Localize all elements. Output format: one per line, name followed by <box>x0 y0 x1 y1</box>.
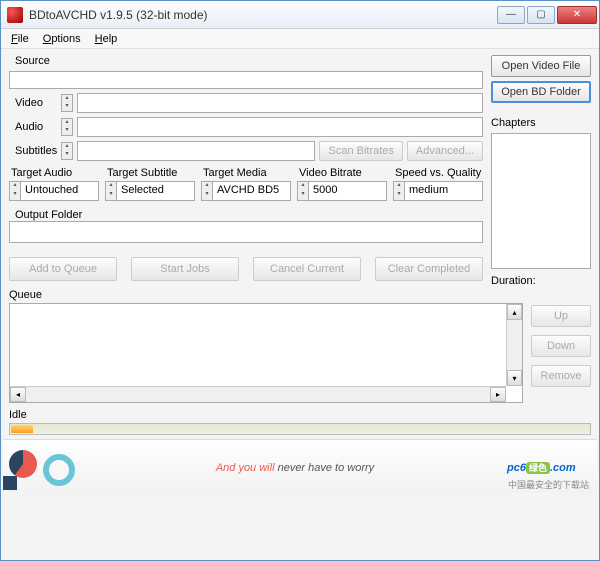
queue-hscrollbar[interactable]: ◂ ▸ <box>10 386 506 402</box>
target-media-stepper[interactable]: ▴▾ <box>201 181 213 201</box>
video-bitrate-value[interactable]: 5000 <box>309 181 387 201</box>
target-audio-stepper[interactable]: ▴▾ <box>9 181 21 201</box>
minimize-button[interactable]: — <box>497 6 525 24</box>
window-controls: — ▢ ✕ <box>495 6 597 24</box>
audio-label: Audio <box>9 121 57 133</box>
cancel-current-button[interactable]: Cancel Current <box>253 257 361 281</box>
chapters-label: Chapters <box>491 117 591 129</box>
start-jobs-button[interactable]: Start Jobs <box>131 257 239 281</box>
menu-file[interactable]: File <box>5 31 35 47</box>
app-icon <box>7 7 23 23</box>
subtitles-label: Subtitles <box>9 145 57 157</box>
queue-label: Queue <box>9 289 523 301</box>
menubar: File Options Help <box>1 29 599 49</box>
titlebar: BDtoAVCHD v1.9.5 (32-bit mode) — ▢ ✕ <box>1 1 599 29</box>
target-media-value[interactable]: AVCHD BD5 <box>213 181 291 201</box>
banner-text: And you will never have to worry <box>83 458 507 476</box>
duration-label: Duration: <box>491 275 591 287</box>
scroll-right-icon[interactable]: ▸ <box>490 387 506 402</box>
subtitles-input[interactable] <box>77 141 315 161</box>
speed-quality-label: Speed vs. Quality <box>393 167 483 179</box>
source-label: Source <box>9 55 483 67</box>
queue-vscrollbar[interactable]: ▴ ▾ <box>506 304 522 386</box>
client-area: Source Video ▴▾ Audio ▴▾ Subtitles ▴▾ Sc <box>1 49 599 560</box>
target-audio-value[interactable]: Untouched <box>21 181 99 201</box>
target-subtitle-value[interactable]: Selected <box>117 181 195 201</box>
scroll-up-icon[interactable]: ▴ <box>507 304 522 320</box>
queue-list[interactable]: ▴ ▾ ◂ ▸ <box>9 303 523 403</box>
target-subtitle-label: Target Subtitle <box>105 167 195 179</box>
open-bd-folder-button[interactable]: Open BD Folder <box>491 81 591 103</box>
chapters-list[interactable] <box>491 133 591 269</box>
audio-stepper[interactable]: ▴▾ <box>61 118 73 136</box>
scroll-down-icon[interactable]: ▾ <box>507 370 522 386</box>
video-stepper[interactable]: ▴▾ <box>61 94 73 112</box>
speed-quality-value[interactable]: medium <box>405 181 483 201</box>
video-bitrate-stepper[interactable]: ▴▾ <box>297 181 309 201</box>
banner-decoration <box>3 440 83 493</box>
status-label: Idle <box>9 409 591 421</box>
video-input[interactable] <box>77 93 483 113</box>
menu-help[interactable]: Help <box>89 31 124 47</box>
window-title: BDtoAVCHD v1.9.5 (32-bit mode) <box>29 8 495 22</box>
clear-completed-button[interactable]: Clear Completed <box>375 257 483 281</box>
banner-logo: pc6绿色.com <box>507 458 597 476</box>
remove-button[interactable]: Remove <box>531 365 591 387</box>
app-window: BDtoAVCHD v1.9.5 (32-bit mode) — ▢ ✕ Fil… <box>0 0 600 561</box>
target-audio-label: Target Audio <box>9 167 99 179</box>
output-folder-input[interactable] <box>9 221 483 243</box>
target-media-label: Target Media <box>201 167 291 179</box>
close-button[interactable]: ✕ <box>557 6 597 24</box>
ad-banner[interactable]: And you will never have to worry pc6绿色.c… <box>3 439 597 493</box>
subtitles-stepper[interactable]: ▴▾ <box>61 142 73 160</box>
video-label: Video <box>9 97 57 109</box>
scroll-left-icon[interactable]: ◂ <box>10 387 26 402</box>
video-bitrate-label: Video Bitrate <box>297 167 387 179</box>
open-video-file-button[interactable]: Open Video File <box>491 55 591 77</box>
add-to-queue-button[interactable]: Add to Queue <box>9 257 117 281</box>
progress-chunk <box>11 425 33 433</box>
audio-input[interactable] <box>77 117 483 137</box>
advanced-button[interactable]: Advanced... <box>407 141 483 161</box>
maximize-button[interactable]: ▢ <box>527 6 555 24</box>
down-button[interactable]: Down <box>531 335 591 357</box>
up-button[interactable]: Up <box>531 305 591 327</box>
banner-subtitle: 中国最安全的下载站 <box>508 478 589 491</box>
source-input[interactable] <box>9 71 483 89</box>
target-subtitle-stepper[interactable]: ▴▾ <box>105 181 117 201</box>
speed-quality-stepper[interactable]: ▴▾ <box>393 181 405 201</box>
menu-options[interactable]: Options <box>37 31 87 47</box>
scan-bitrates-button[interactable]: Scan Bitrates <box>319 141 402 161</box>
output-folder-label: Output Folder <box>9 209 483 221</box>
progress-bar <box>9 423 591 435</box>
